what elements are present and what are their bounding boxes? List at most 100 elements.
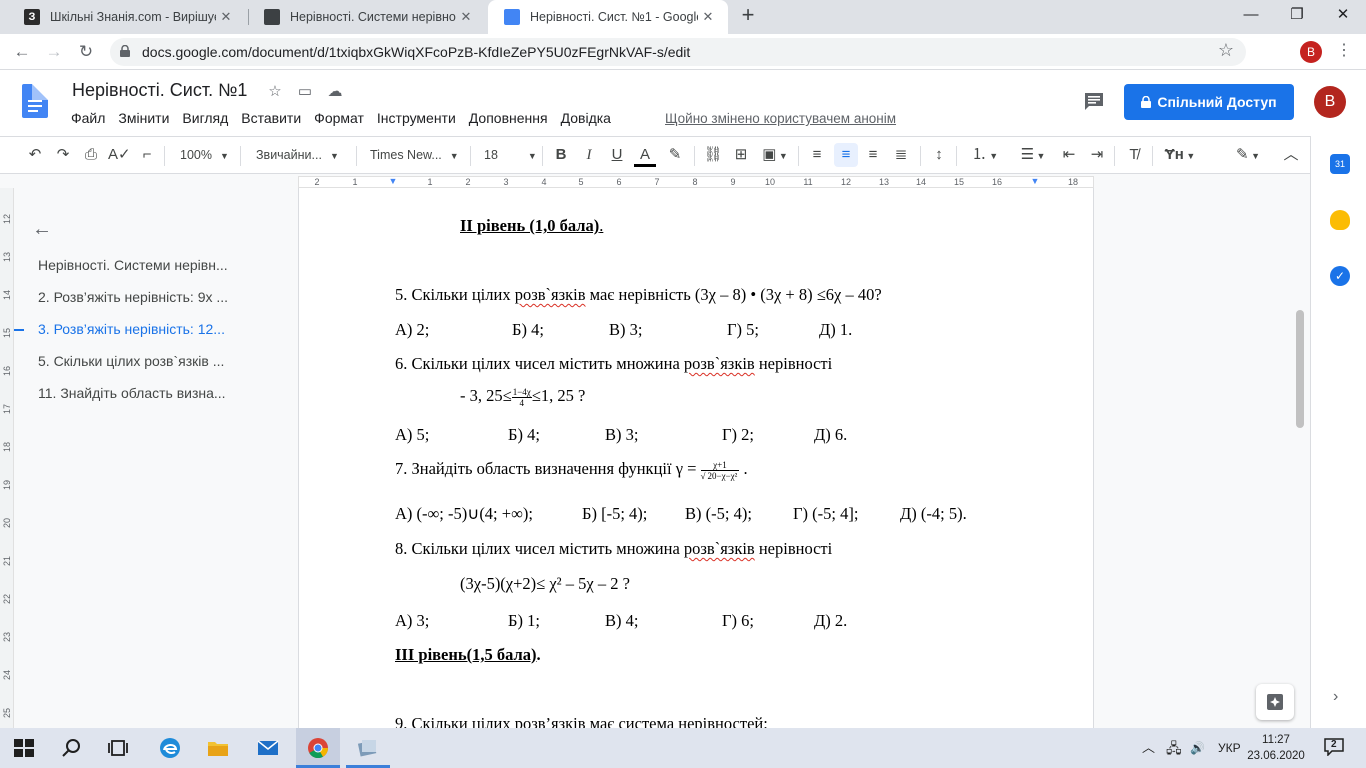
outline-item[interactable]: 5. Скільки цілих розв`язків ... <box>38 353 262 369</box>
account-avatar[interactable]: В <box>1314 86 1346 118</box>
outline-item[interactable]: Нерівності. Системи нерівн... <box>38 257 262 273</box>
underline-icon[interactable]: U <box>606 143 628 167</box>
align-justify-icon[interactable]: ≣ <box>890 143 912 167</box>
edge-browser-icon[interactable] <box>158 736 182 760</box>
outline-item[interactable]: 2. Розв’яжіть нерівність: 9x ... <box>38 289 262 305</box>
menu-insert[interactable]: Вставити <box>241 110 301 126</box>
close-tab-icon[interactable]: ✕ <box>456 9 476 25</box>
insert-image-icon[interactable]: ▣ ▼ <box>758 143 792 167</box>
address-bar[interactable]: docs.google.com/document/d/1txiqbxGkWiqX… <box>110 38 1246 66</box>
ruler-track[interactable]: 2 1 ▼ 1 2 3 4 5 6 7 8 9 10 11 12 13 14 1… <box>298 176 1094 188</box>
editing-mode-icon[interactable]: ✎ ▼ <box>1230 143 1266 167</box>
browser-tab-active-docs[interactable]: Нерівності. Сист. №1 - Google Д ✕ <box>488 0 728 34</box>
menu-file[interactable]: Файл <box>71 110 105 126</box>
browser-tab-nerivnosti-systemy[interactable]: Нерівності. Системи нерівносте ✕ <box>248 0 486 34</box>
document-page[interactable]: ІІ рівень (1,0 бала). 5. Скільки цілих р… <box>298 188 1094 728</box>
bulleted-list-icon[interactable]: ☰ ▼ <box>1012 143 1054 167</box>
cloud-saved-icon[interactable]: ☁ <box>326 82 344 100</box>
docs-logo-icon[interactable] <box>22 84 48 118</box>
undo-icon[interactable]: ↶ <box>24 143 46 167</box>
menu-tools[interactable]: Інструменти <box>377 110 456 126</box>
align-right-icon[interactable]: ≡ <box>862 143 884 167</box>
close-tab-icon[interactable]: ✕ <box>698 9 718 25</box>
q5-answer: Д) 1. <box>819 320 853 339</box>
share-button[interactable]: Спільний Доступ <box>1124 84 1294 120</box>
menu-format[interactable]: Формат <box>314 110 364 126</box>
numbered-list-icon[interactable]: ⒈ ▼ <box>964 143 1006 167</box>
align-left-icon[interactable]: ≡ <box>806 143 828 167</box>
language-indicator[interactable]: УКР <box>1218 728 1241 768</box>
text-color-icon[interactable]: A <box>634 143 656 167</box>
restore-window-button[interactable]: ❐ <box>1274 0 1320 32</box>
volume-icon[interactable]: 🔊 <box>1190 728 1205 768</box>
tasks-icon[interactable]: ✓ <box>1330 266 1350 286</box>
close-tab-icon[interactable]: ✕ <box>216 9 236 25</box>
vertical-scrollbar[interactable] <box>1296 310 1304 428</box>
windows-start-icon[interactable] <box>12 736 36 760</box>
calendar-icon[interactable]: 31 <box>1330 154 1350 174</box>
close-outline-arrow-icon[interactable]: ← <box>32 218 52 241</box>
outline-item[interactable]: 11. Знайдіть область визна... <box>38 385 262 401</box>
italic-icon[interactable]: I <box>578 143 600 167</box>
bookmark-star-icon[interactable]: ☆ <box>1218 40 1234 61</box>
left-indent-marker[interactable]: ▼ <box>389 176 398 186</box>
star-icon[interactable]: ☆ <box>266 82 284 100</box>
forward-button[interactable]: → <box>42 40 66 64</box>
comments-icon[interactable] <box>1083 92 1105 112</box>
spellcheck-icon[interactable]: A✓ <box>108 143 131 167</box>
insert-comment-icon[interactable]: ⊞ <box>730 143 752 167</box>
align-center-icon[interactable]: ≡ <box>834 143 858 167</box>
line-spacing-icon[interactable]: ↕ <box>928 143 950 167</box>
clear-formatting-icon[interactable]: T̸ <box>1122 143 1146 167</box>
browser-menu-icon[interactable]: ⋮ <box>1334 40 1354 60</box>
file-explorer-icon[interactable] <box>206 736 230 760</box>
document-title[interactable]: Нерівності. Сист. №1 <box>72 80 247 101</box>
search-icon[interactable] <box>60 736 84 760</box>
menu-edit[interactable]: Змінити <box>118 110 169 126</box>
browser-profile-avatar[interactable]: В <box>1300 41 1322 63</box>
increase-indent-icon[interactable]: ⇥ <box>1086 143 1108 167</box>
style-select[interactable]: Звичайни... ▼ <box>256 144 339 166</box>
print-icon[interactable]: ⎙ <box>80 143 102 167</box>
last-edit-link[interactable]: Щойно змінено користувачем анонім <box>665 111 896 126</box>
ruler-label: 2 <box>314 177 320 187</box>
menu-help[interactable]: Довідка <box>561 110 611 126</box>
vruler-label: 16 <box>2 365 12 376</box>
question-6: 6. Скільки цілих чисел містить множина р… <box>395 354 833 373</box>
app-taskbar-button[interactable] <box>346 728 390 768</box>
notifications-icon[interactable]: 2 <box>1324 738 1344 757</box>
redo-icon[interactable]: ↷ <box>52 143 74 167</box>
menu-addons[interactable]: Доповнення <box>469 110 548 126</box>
highlight-icon[interactable]: ✎ <box>664 143 686 167</box>
zoom-select[interactable]: 100% ▼ <box>180 144 229 166</box>
ruler-label: 9 <box>730 177 736 187</box>
back-button[interactable]: ← <box>10 40 34 64</box>
font-select[interactable]: Times New... ▼ <box>370 144 459 166</box>
font-size-select[interactable]: 18 ▼ <box>484 144 537 166</box>
right-indent-marker[interactable]: ▼ <box>1031 176 1040 186</box>
network-icon[interactable]: 🖧 <box>1166 728 1182 768</box>
bold-icon[interactable]: B <box>550 143 572 167</box>
mail-icon[interactable] <box>256 736 280 760</box>
move-to-folder-icon[interactable]: ▭ <box>296 82 314 100</box>
chrome-taskbar-button[interactable] <box>296 728 340 768</box>
explore-button[interactable] <box>1256 684 1294 720</box>
browser-tab-znanija[interactable]: З Шкільні Знанія.com - Вирішуємо ✕ <box>8 0 246 34</box>
slides-favicon-icon <box>264 9 280 25</box>
menu-view[interactable]: Вигляд <box>182 110 228 126</box>
system-clock[interactable]: 11:27 23.06.2020 <box>1246 732 1306 764</box>
paint-format-icon[interactable]: ⌐ <box>136 143 158 167</box>
decrease-indent-icon[interactable]: ⇤ <box>1058 143 1080 167</box>
show-hidden-icons-chevron[interactable]: ︿ <box>1142 728 1155 768</box>
input-tools-icon[interactable]: Ɏн ▼ <box>1160 143 1200 167</box>
expand-side-panel-icon[interactable]: › <box>1333 688 1338 706</box>
reload-button[interactable]: ↻ <box>74 40 98 64</box>
minimize-window-button[interactable]: — <box>1228 0 1274 32</box>
task-view-icon[interactable] <box>106 736 130 760</box>
new-tab-button[interactable]: + <box>736 4 760 28</box>
outline-item-active[interactable]: 3. Розв’яжіть нерівність: 12... <box>38 321 262 337</box>
close-window-button[interactable]: ✕ <box>1320 0 1366 32</box>
keep-icon[interactable] <box>1330 210 1350 230</box>
hide-menus-icon[interactable]: ︿ <box>1280 143 1302 167</box>
insert-link-icon[interactable]: ⛓ <box>702 143 724 167</box>
